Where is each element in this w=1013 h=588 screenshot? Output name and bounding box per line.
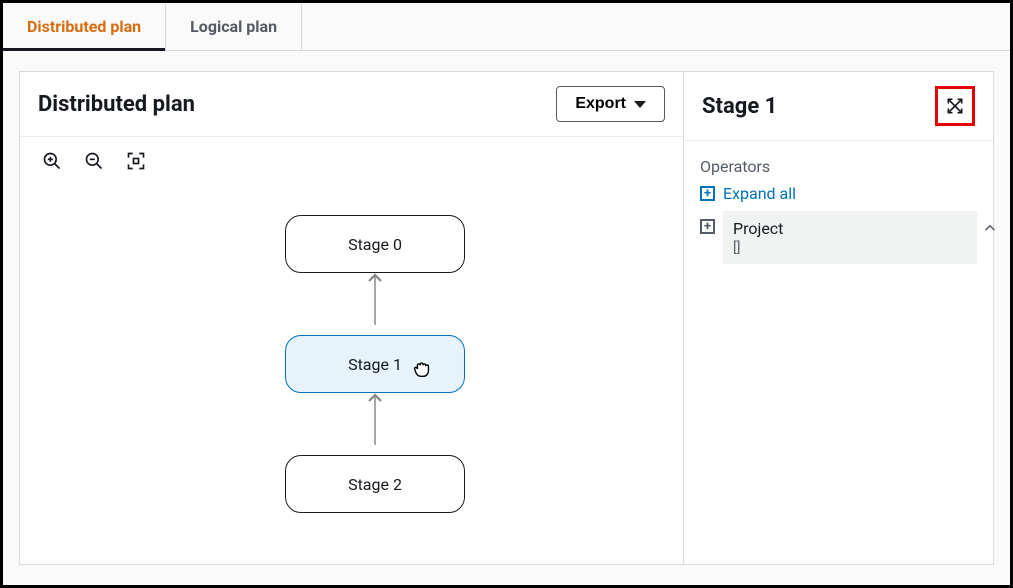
stage-node-0[interactable]: Stage 0 [285, 215, 465, 273]
content-area: Distributed plan Export [3, 51, 1010, 581]
right-panel-header: Stage 1 [684, 72, 993, 141]
tab-distributed-plan[interactable]: Distributed plan [3, 3, 166, 50]
diagram-toolbar [20, 137, 683, 185]
left-panel: Distributed plan Export [19, 71, 684, 565]
operator-sub: [] [733, 240, 967, 256]
export-label: Export [575, 95, 626, 113]
expand-all-link[interactable]: + Expand all [700, 184, 977, 203]
stage-label: Stage 2 [348, 475, 402, 494]
stage-label: Stage 1 [348, 355, 402, 374]
left-panel-header: Distributed plan Export [20, 72, 683, 137]
operator-item[interactable]: Project [] [723, 211, 977, 264]
fullscreen-icon [945, 96, 965, 116]
tabs-bar: Distributed plan Logical plan [3, 3, 1010, 51]
export-button[interactable]: Export [556, 86, 665, 122]
tab-label: Logical plan [190, 17, 277, 36]
stage-detail-title: Stage 1 [702, 94, 777, 119]
fullscreen-button[interactable] [935, 86, 975, 126]
chevron-down-icon [634, 101, 646, 108]
expand-row-icon[interactable]: + [700, 219, 715, 234]
grab-cursor-icon [411, 358, 433, 380]
right-panel: Stage 1 Operators + Expand all [684, 71, 994, 565]
stage-label: Stage 0 [348, 235, 402, 254]
operators-heading: Operators [700, 157, 977, 176]
stage-node-1[interactable]: Stage 1 [285, 335, 465, 393]
app-frame: Distributed plan Logical plan Distribute… [0, 0, 1013, 588]
expand-all-label: Expand all [723, 184, 796, 203]
expand-icon: + [700, 186, 715, 201]
operator-name: Project [733, 219, 967, 238]
page-title: Distributed plan [38, 92, 195, 117]
chevron-up-icon[interactable] [981, 219, 999, 241]
zoom-in-icon[interactable] [42, 151, 62, 171]
diagram-canvas[interactable]: Stage 0 Stage 1 Stage 2 [20, 185, 683, 564]
zoom-out-icon[interactable] [84, 151, 104, 171]
tab-logical-plan[interactable]: Logical plan [166, 3, 302, 50]
operator-row: + Project [] [700, 211, 977, 264]
tab-label: Distributed plan [27, 17, 141, 36]
fit-screen-icon[interactable] [126, 151, 146, 171]
stage-node-2[interactable]: Stage 2 [285, 455, 465, 513]
operators-section: Operators + Expand all + Project [] [684, 141, 993, 264]
